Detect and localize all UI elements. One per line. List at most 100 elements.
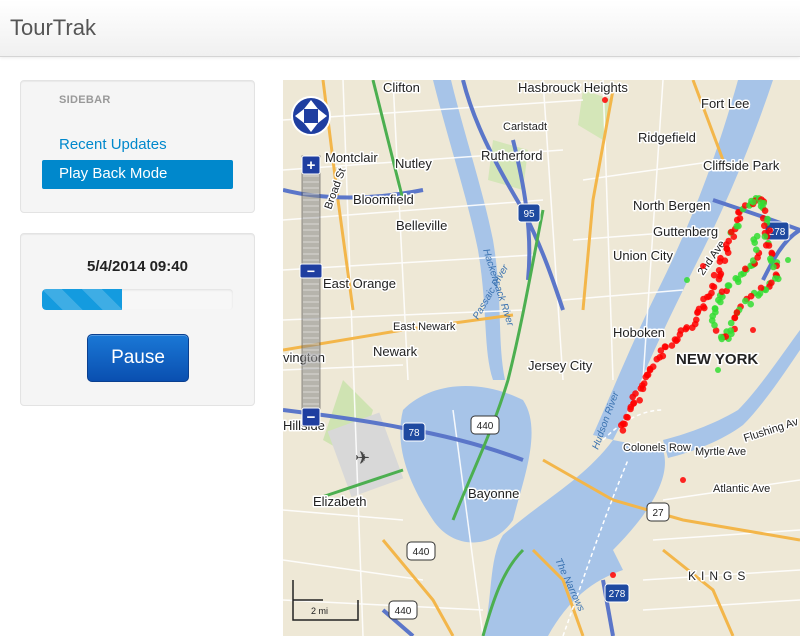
playback-progress-fill — [42, 289, 123, 310]
shield-440: 440 — [470, 415, 500, 435]
track-point — [602, 97, 608, 103]
label-cliffside-park: Cliffside Park — [703, 158, 780, 173]
track-point — [693, 316, 700, 324]
track-point — [742, 297, 749, 305]
track-point — [659, 352, 667, 360]
track-point — [727, 327, 734, 334]
label-nutley: Nutley — [395, 156, 432, 171]
zoom-out-icon[interactable]: − — [307, 409, 316, 426]
track-point — [753, 232, 761, 240]
label-newark: Newark — [373, 344, 418, 359]
label-montclair: Montclair — [325, 150, 378, 165]
playback-progress — [42, 289, 233, 310]
track-point — [709, 282, 716, 290]
label-hasbrouck-heights: Hasbrouck Heights — [518, 80, 628, 95]
svg-text:27: 27 — [652, 508, 664, 519]
label-elizabeth: Elizabeth — [313, 494, 366, 509]
shield-278-south: 278 — [604, 583, 630, 603]
zoom-in-icon[interactable]: + — [307, 157, 316, 174]
track-point — [680, 477, 686, 483]
map-canvas[interactable]: Clifton Hasbrouck Heights Fort Lee Carls… — [283, 80, 800, 636]
track-point — [623, 413, 630, 421]
track-point — [765, 242, 773, 249]
track-point — [753, 246, 760, 253]
track-point — [750, 327, 756, 333]
label-atlantic-ave: Atlantic Ave — [713, 483, 770, 495]
label-ridgefield: Ridgefield — [638, 130, 696, 145]
track-point — [610, 572, 616, 578]
track-point — [757, 284, 765, 292]
pause-button[interactable]: Pause — [87, 334, 189, 382]
label-east-orange: East Orange — [323, 276, 396, 291]
label-bloomfield: Bloomfield — [353, 192, 414, 207]
track-point — [756, 290, 764, 297]
label-myrtle-ave: Myrtle Ave — [695, 446, 746, 458]
zoom-slider-track[interactable] — [301, 155, 321, 417]
top-navbar: TourTrak — [0, 0, 800, 57]
track-point — [710, 271, 718, 279]
track-point — [649, 363, 657, 371]
label-union-city: Union City — [613, 248, 673, 263]
zoom-handle-icon: − — [307, 263, 315, 279]
label-jersey-city: Jersey City — [528, 358, 593, 373]
nav-recent-updates[interactable]: Recent Updates — [42, 131, 233, 160]
map-view[interactable]: Clifton Hasbrouck Heights Fort Lee Carls… — [283, 80, 800, 636]
track-point — [682, 325, 690, 333]
track-point — [733, 222, 740, 230]
playback-panel: 5/4/2014 09:40 Pause — [20, 233, 255, 406]
track-point — [721, 257, 729, 264]
track-point — [700, 303, 707, 310]
label-north-bergen: North Bergen — [633, 198, 710, 213]
label-kings: KINGS — [688, 569, 750, 583]
shield-78: 78 — [402, 422, 426, 442]
track-point — [711, 305, 719, 312]
track-point — [630, 399, 638, 407]
svg-text:440: 440 — [477, 421, 494, 432]
track-point — [761, 222, 768, 229]
track-point — [632, 390, 639, 397]
track-point — [767, 257, 775, 265]
label-belleville: Belleville — [396, 218, 447, 233]
label-bayonne: Bayonne — [468, 486, 519, 501]
track-point — [639, 382, 646, 389]
label-rutherford: Rutherford — [481, 148, 542, 163]
label-guttenberg: Guttenberg — [653, 224, 718, 239]
track-point — [749, 198, 757, 206]
pan-control[interactable] — [291, 96, 331, 136]
shield-440-south: 440 — [406, 541, 436, 561]
brand-logo[interactable]: TourTrak — [10, 15, 96, 41]
track-point — [636, 397, 643, 404]
track-point — [700, 263, 706, 269]
label-colonels-row: Colonels Row — [623, 442, 691, 454]
label-new-york: NEW YORK — [676, 351, 758, 368]
zoom-control[interactable]: + − − — [299, 155, 323, 427]
sidebar-header: SIDEBAR — [59, 94, 111, 106]
track-point — [725, 237, 732, 245]
nav-play-back-mode[interactable]: Play Back Mode — [42, 160, 233, 189]
playback-datetime: 5/4/2014 09:40 — [87, 258, 188, 275]
track-point — [768, 249, 775, 257]
label-clifton: Clifton — [383, 80, 420, 95]
track-point — [754, 254, 761, 261]
track-point — [715, 367, 721, 373]
svg-text:78: 78 — [408, 428, 420, 439]
svg-text:278: 278 — [609, 589, 626, 600]
track-point — [715, 267, 723, 274]
svg-text:440: 440 — [413, 547, 430, 558]
track-point — [785, 257, 791, 263]
shield-440-lower: 440 — [388, 600, 418, 620]
track-point — [661, 343, 669, 350]
track-point — [727, 319, 735, 327]
track-point — [733, 216, 741, 224]
svg-text:95: 95 — [523, 209, 535, 220]
label-fort-lee: Fort Lee — [701, 96, 749, 111]
svg-text:440: 440 — [395, 606, 412, 617]
track-point — [761, 207, 769, 214]
scale-label: 2 mi — [311, 606, 328, 616]
track-point — [717, 333, 725, 341]
track-point — [708, 289, 715, 297]
label-carlstadt: Carlstadt — [503, 121, 547, 133]
label-hoboken: Hoboken — [613, 325, 665, 340]
track-point — [619, 420, 627, 428]
shield-27: 27 — [646, 502, 670, 522]
